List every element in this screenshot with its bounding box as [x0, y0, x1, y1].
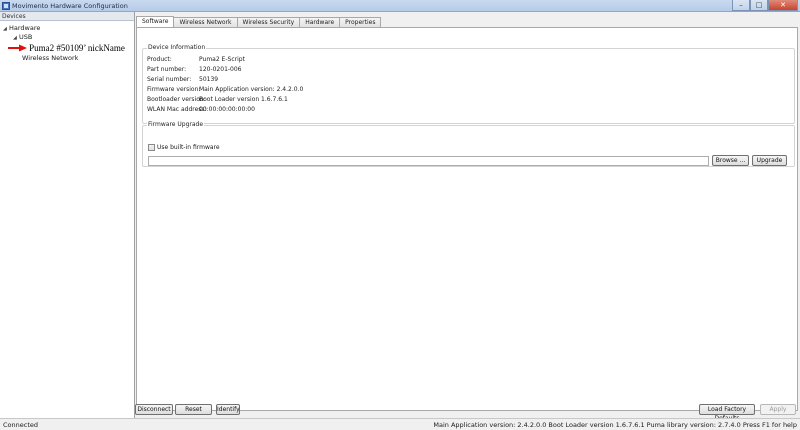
info-label: Serial number:	[147, 76, 192, 83]
info-value: 120-0201-006	[199, 66, 242, 73]
info-value: 50139	[199, 76, 219, 83]
apply-button[interactable]: Apply	[760, 404, 796, 415]
group-title: Device Information	[147, 44, 207, 51]
info-value: 00:00:00:00:00:00	[199, 106, 255, 113]
load-factory-defaults-button[interactable]: Load Factory Defaults	[699, 404, 755, 422]
upgrade-button[interactable]: Upgrade	[752, 155, 787, 166]
tree-item-label: Wireless Network	[22, 54, 79, 62]
disconnect-button[interactable]: Disconnect	[135, 404, 173, 415]
tab-wireless-security[interactable]: Wireless Security	[236, 17, 301, 27]
device-tree: ◢ Hardware ◢ USB Puma2 #50109’ nickName Wi…	[0, 21, 134, 63]
software-tab-panel: Device Information Product: Puma2 E-Scri…	[136, 27, 798, 411]
identify-button[interactable]: Identify	[216, 404, 240, 415]
window-title: Movimento Hardware Configuration	[12, 2, 128, 10]
status-bar: Connected Main Application version: 2.4.…	[0, 418, 800, 430]
use-builtin-firmware-checkbox[interactable]	[148, 144, 155, 151]
devices-header: Devices	[0, 12, 134, 21]
use-builtin-firmware-checkbox-row[interactable]: Use built-in firmware	[148, 143, 220, 152]
devices-panel: Devices ◢ Hardware ◢ USB Puma2 #50109’ nic…	[0, 12, 135, 418]
maximize-button[interactable]: □	[750, 0, 768, 11]
info-value: Puma2 E-Script	[199, 56, 245, 63]
minimize-button[interactable]: –	[732, 0, 750, 11]
tab-hardware[interactable]: Hardware	[299, 17, 341, 27]
info-value: Boot Loader version 1.6.7.6.1	[199, 96, 288, 103]
version-status: Main Application version: 2.4.2.0.0 Boot…	[433, 421, 797, 429]
reset-button[interactable]: Reset	[175, 404, 212, 415]
tab-properties[interactable]: Properties	[339, 17, 382, 27]
connection-status: Connected	[3, 421, 39, 429]
tree-item-label: USB	[19, 33, 33, 41]
browse-button[interactable]: Browse ...	[712, 155, 749, 166]
red-arrow-annotation-icon	[8, 44, 27, 52]
tree-item-label: Hardware	[9, 24, 41, 32]
info-value: Main Application version: 2.4.2.0.0	[199, 86, 304, 93]
tree-item-usb[interactable]: ◢ USB	[0, 33, 134, 42]
tab-wireless-network[interactable]: Wireless Network	[173, 17, 238, 27]
info-label: Part number:	[147, 66, 187, 73]
checkbox-label: Use built-in firmware	[157, 144, 220, 151]
app-icon	[2, 2, 10, 10]
info-label: WLAN Mac address:	[147, 106, 207, 113]
tab-strip: Software Wireless Network Wireless Secur…	[136, 16, 382, 27]
firmware-path-input[interactable]	[148, 156, 709, 166]
tree-item-wireless-network[interactable]: Wireless Network	[0, 54, 134, 63]
close-button[interactable]: ✕	[768, 0, 798, 11]
tree-item-label: Puma2 #50109’ nickName	[29, 43, 125, 53]
group-title: Firmware Upgrade	[147, 121, 205, 128]
info-label: Firmware version:	[147, 86, 201, 93]
info-label: Bootloader version:	[147, 96, 206, 103]
title-bar: Movimento Hardware Configuration – □ ✕	[0, 0, 800, 12]
device-information-group: Device Information Product: Puma2 E-Scri…	[142, 44, 795, 124]
config-content: Software Wireless Network Wireless Secur…	[135, 12, 800, 418]
tree-item-puma2[interactable]: Puma2 #50109’ nickName	[0, 42, 134, 54]
tab-software[interactable]: Software	[136, 16, 175, 27]
tree-item-hardware[interactable]: ◢ Hardware	[0, 24, 134, 33]
firmware-upgrade-group: Firmware Upgrade Use built-in firmware B…	[142, 121, 795, 167]
bottom-action-bar: Disconnect Reset Identify Load Factory D…	[135, 404, 800, 422]
info-label: Product:	[147, 56, 172, 63]
